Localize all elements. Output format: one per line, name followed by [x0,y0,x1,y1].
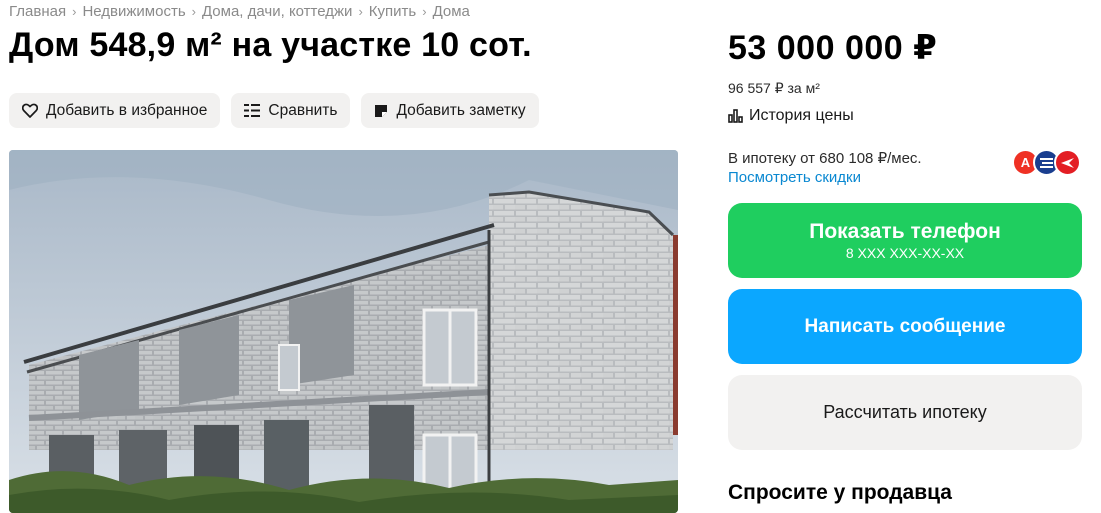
bank-logo-red [1054,149,1081,176]
compare-label: Сравнить [268,101,338,119]
chevron-right-icon: › [72,4,77,19]
compare-icon [244,104,261,117]
mortgage-info: В ипотеку от 680 108 ₽/мес. [728,150,922,167]
breadcrumb-houses-dachas[interactable]: Дома, дачи, коттеджи [202,3,352,20]
price-history-link[interactable]: История цены [728,107,854,125]
show-phone-button[interactable]: Показать телефон 8 XXX XXX-XX-XX [728,203,1082,278]
page-title: Дом 548,9 м² на участке 10 сот. [9,26,532,64]
chevron-right-icon: › [422,4,427,19]
listing-actions: Добавить в избранное Сравнить Добавить з… [9,93,539,128]
breadcrumb-buy[interactable]: Купить [369,3,416,20]
show-phone-label: Показать телефон [809,220,1001,243]
add-note-label: Добавить заметку [396,101,526,119]
add-note-button[interactable]: Добавить заметку [361,93,539,128]
heart-icon [22,103,38,118]
calculate-mortgage-button[interactable]: Рассчитать ипотеку [728,375,1082,450]
breadcrumb-realty[interactable]: Недвижимость [82,3,185,20]
add-to-favorites-button[interactable]: Добавить в избранное [9,93,221,128]
compare-button[interactable]: Сравнить [231,93,351,128]
bank-logos: А [1012,149,1081,176]
chevron-right-icon: › [191,4,196,19]
chevron-right-icon: › [358,4,363,19]
price-history-label: История цены [749,107,854,124]
listing-photo[interactable] [9,150,678,513]
ask-seller-heading: Спросите у продавца [728,481,952,504]
house-photo-illustration [9,150,678,513]
phone-mask: 8 XXX XXX-XX-XX [845,245,965,261]
write-message-button[interactable]: Написать сообщение [728,289,1082,364]
breadcrumb-home[interactable]: Главная [9,3,66,20]
see-discounts-link[interactable]: Посмотреть скидки [728,169,861,186]
breadcrumb-houses[interactable]: Дома [433,3,470,20]
note-icon [375,104,388,117]
add-to-favorites-label: Добавить в избранное [46,101,208,119]
bar-chart-icon [728,109,743,123]
breadcrumb: Главная › Недвижимость › Дома, дачи, кот… [9,3,470,20]
price-total: 53 000 000 ₽ [728,29,938,67]
price-per-m2: 96 557 ₽ за м² [728,80,820,96]
